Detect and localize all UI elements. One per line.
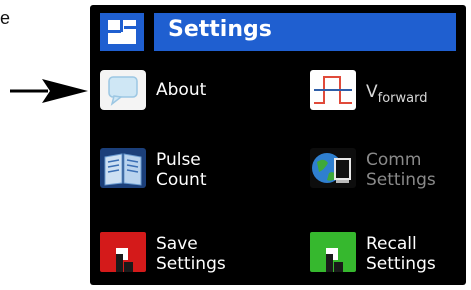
vforward-label-sub: forward (377, 91, 428, 106)
comm-settings-line2: Settings (366, 170, 436, 190)
menu-item-recall-settings[interactable]: Recall Settings (310, 232, 460, 278)
app-logo-icon (100, 13, 144, 51)
floppy-disk-icon (100, 232, 146, 272)
menu-item-pulse-count[interactable]: Pulse Count (100, 148, 270, 194)
menu-item-about-label: About (156, 80, 207, 100)
save-settings-line2: Settings (156, 254, 226, 274)
comm-settings-line1: Comm (366, 150, 422, 170)
recall-settings-line1: Recall (366, 234, 417, 254)
menu-item-vforward[interactable]: Vforward (310, 70, 460, 116)
recall-settings-line2: Settings (366, 254, 436, 274)
speech-bubble-icon (100, 70, 146, 110)
menu-item-pulse-count-label: Pulse Count (156, 150, 207, 190)
floppy-disk-icon (310, 232, 356, 272)
caption-text: e (0, 8, 11, 28)
pointer-arrow-icon (10, 79, 88, 103)
vforward-label-main: V (366, 82, 378, 102)
menu-item-vforward-label: Vforward (366, 82, 428, 106)
title-bar: Settings (100, 13, 456, 51)
device-screen: Settings About Vforward Pulse Count Comm… (90, 5, 466, 285)
globe-computer-icon (310, 148, 356, 188)
title-field: Settings (154, 13, 456, 51)
pulse-count-line2: Count (156, 170, 207, 190)
pulse-count-line1: Pulse (156, 150, 201, 170)
menu-item-comm-settings[interactable]: Comm Settings (310, 148, 460, 194)
menu-item-recall-settings-label: Recall Settings (366, 234, 436, 274)
page-title: Settings (168, 17, 272, 42)
menu-item-comm-settings-label: Comm Settings (366, 150, 436, 190)
pulse-waveform-icon (310, 70, 356, 110)
menu-item-save-settings-label: Save Settings (156, 234, 226, 274)
save-settings-line1: Save (156, 234, 198, 254)
menu-item-about[interactable]: About (100, 70, 270, 116)
menu-item-save-settings[interactable]: Save Settings (100, 232, 270, 278)
book-icon (100, 148, 146, 188)
